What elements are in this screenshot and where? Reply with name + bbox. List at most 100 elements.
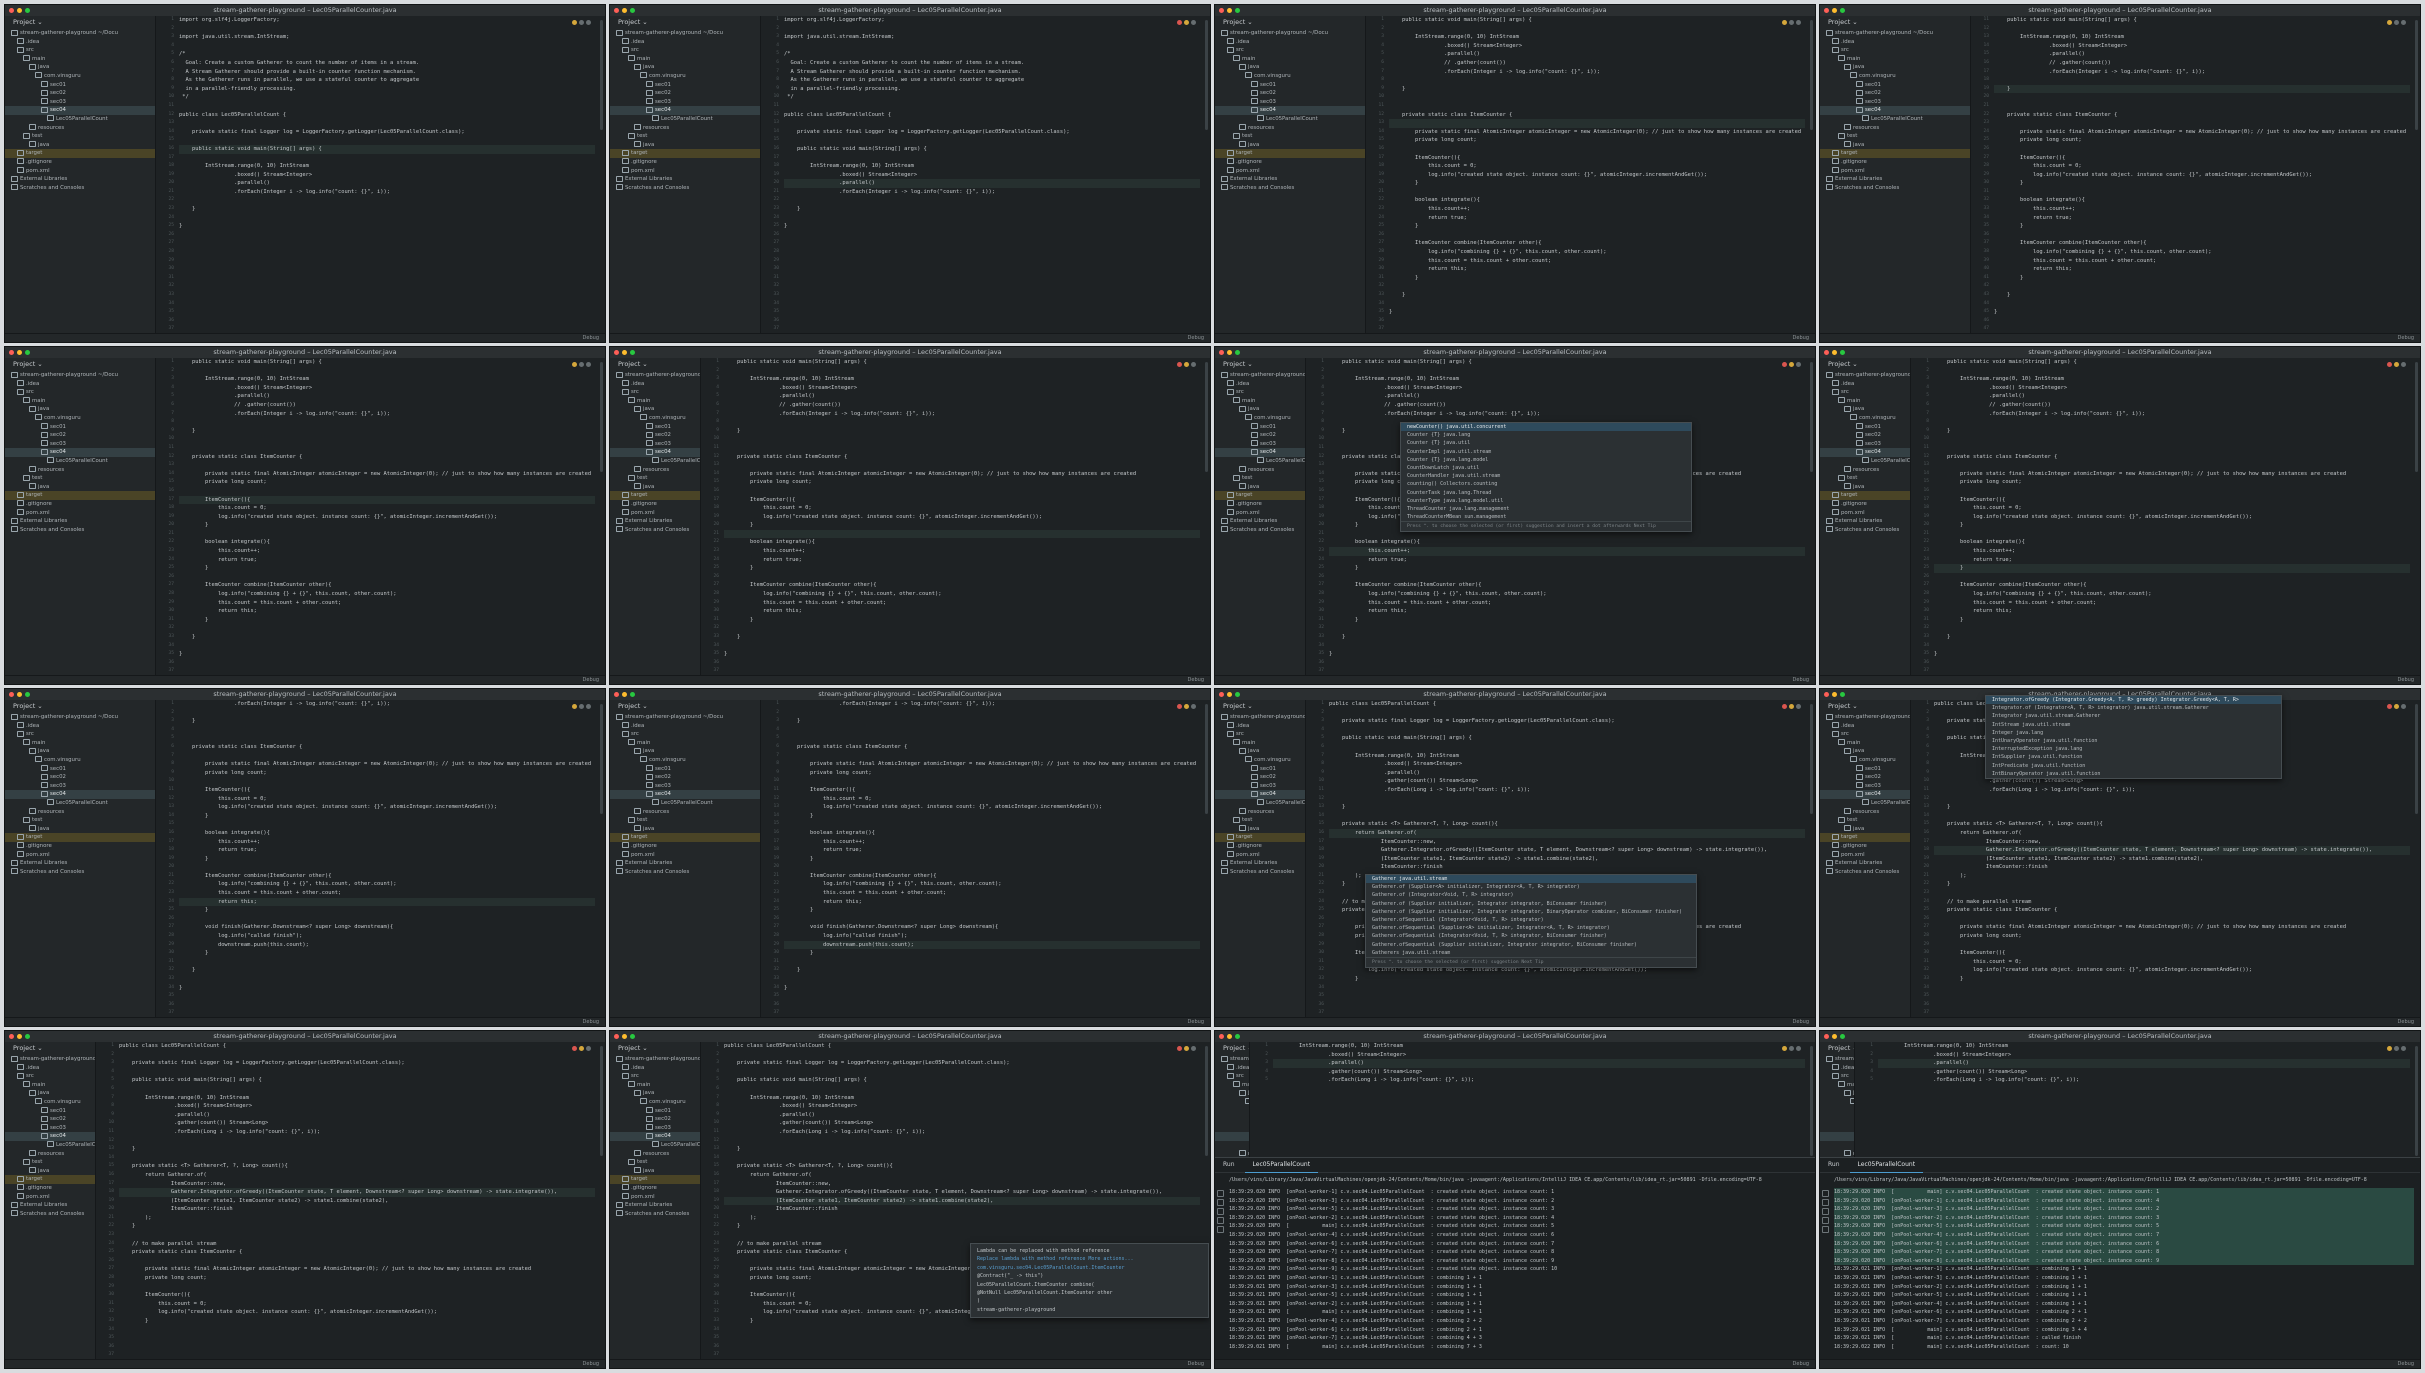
tree-item[interactable]: sec04 xyxy=(5,106,155,115)
tree-item[interactable]: .idea xyxy=(1215,38,1365,47)
tree-item[interactable]: Scratches and Consoles xyxy=(5,526,155,535)
tree-item[interactable]: sec04 xyxy=(1215,106,1365,115)
tree-item[interactable]: java xyxy=(1215,747,1305,756)
tree-item[interactable]: sec04 xyxy=(610,790,760,799)
code-area[interactable]: public static void main(String[] args) {… xyxy=(724,358,1200,676)
tree-item[interactable]: sec02 xyxy=(5,89,155,98)
tree-item[interactable]: Scratches and Consoles xyxy=(610,1210,700,1219)
tree-item[interactable]: sec02 xyxy=(5,773,155,782)
tree-item[interactable]: pom.xml xyxy=(610,1193,700,1202)
project-panel-header[interactable]: Project ⌄ xyxy=(5,358,155,371)
completion-item[interactable]: CountDownLatch java.util xyxy=(1401,464,1691,472)
tree-item[interactable]: stream-gatherer-playground ~/Docu xyxy=(1215,713,1305,722)
tree-item[interactable]: target xyxy=(1820,833,1910,842)
tree-item[interactable]: stream-gatherer-playground ~/Docu xyxy=(5,29,155,38)
tree-item[interactable]: stream-gatherer-playground ~/Docu xyxy=(5,371,155,380)
run-tab[interactable]: Lec05ParallelCount xyxy=(1849,1158,1924,1173)
tree-item[interactable]: com.vinsguru xyxy=(1215,414,1305,423)
tree-item[interactable]: pom.xml xyxy=(1215,167,1365,176)
tree-item[interactable]: Scratches and Consoles xyxy=(5,1210,95,1219)
project-panel-header[interactable]: Project ⌄ xyxy=(610,700,760,713)
code-area[interactable]: public class Lec05ParallelCount { privat… xyxy=(1329,700,1805,1018)
completion-popup[interactable]: Gatherer java.util.stream Gatherer.of (Su… xyxy=(1365,874,1697,968)
code-area[interactable]: public static void main(String[] args) {… xyxy=(1994,16,2410,334)
tree-item[interactable]: Lec05ParallelCount xyxy=(610,115,760,124)
tree-item[interactable]: sec03 xyxy=(5,98,155,107)
project-panel-header[interactable]: Project ⌄ xyxy=(1215,1042,1249,1055)
rerun-icon[interactable] xyxy=(1822,1190,1829,1197)
trash-icon[interactable] xyxy=(1822,1226,1829,1233)
tree-item[interactable]: java xyxy=(5,63,155,72)
tree-item[interactable]: src xyxy=(1215,388,1305,397)
print-icon[interactable] xyxy=(1217,1217,1224,1224)
tree-item[interactable]: sec01 xyxy=(5,81,155,90)
tree-item[interactable]: com.vinsguru xyxy=(1215,1098,1249,1107)
tree-item[interactable]: sec03 xyxy=(5,440,155,449)
scroll-icon[interactable] xyxy=(1217,1208,1224,1215)
tree-item[interactable]: com.vinsguru xyxy=(5,1098,95,1107)
tree-item[interactable]: target xyxy=(1215,833,1305,842)
tree-item[interactable]: Lec05ParallelCount xyxy=(1215,1141,1249,1150)
code-area[interactable]: .forEach(Integer i -> log.info("count: {… xyxy=(784,700,1200,1018)
tree-item[interactable]: .idea xyxy=(5,380,155,389)
tree-item[interactable]: src xyxy=(1215,730,1305,739)
tree-item[interactable]: java xyxy=(5,747,155,756)
tree-item[interactable]: stream-gatherer-playground ~/Docu xyxy=(610,1055,700,1064)
tree-item[interactable]: Lec05ParallelCount xyxy=(1820,457,1910,466)
scrollbar-thumb[interactable] xyxy=(1205,1046,1208,1156)
tree-item[interactable]: Scratches and Consoles xyxy=(610,184,760,193)
tree-item[interactable]: resources xyxy=(1820,808,1910,817)
code-editor[interactable]: 1 2 3 4 5 6 7 8 9 10 11 12 13 14 15 16 17 18 19 20 21 22 23 24 2… xyxy=(157,16,595,334)
tree-item[interactable]: .gitignore xyxy=(1820,842,1910,851)
tree-item[interactable]: External Libraries xyxy=(5,1201,95,1210)
tree-item[interactable]: sec01 xyxy=(1820,765,1910,774)
tree-item[interactable]: pom.xml xyxy=(5,851,155,860)
tree-item[interactable]: Lec05ParallelCount xyxy=(5,1141,95,1150)
tree-item[interactable]: java xyxy=(5,825,155,834)
tree-item[interactable]: com.vinsguru xyxy=(610,756,760,765)
tree-item[interactable]: External Libraries xyxy=(1820,517,1910,526)
tree-item[interactable]: target xyxy=(1215,149,1365,158)
scroll-track[interactable] xyxy=(595,16,605,334)
tree-item[interactable]: test xyxy=(1215,132,1365,141)
tree-item[interactable]: src xyxy=(610,730,760,739)
intention-tooltip[interactable]: Lambda can be replaced with method refer… xyxy=(970,1243,1209,1319)
scrollbar-thumb[interactable] xyxy=(2415,20,2418,130)
tree-item[interactable]: .idea xyxy=(5,38,155,47)
tree-item[interactable]: pom.xml xyxy=(5,509,155,518)
tree-item[interactable]: java xyxy=(1820,747,1910,756)
completion-popup[interactable]: Integrator.ofGreedy (Integrator.Greedy<A… xyxy=(1985,695,2282,779)
completion-item[interactable]: ThreadCounter java.lang.management xyxy=(1401,505,1691,513)
tree-item[interactable]: main xyxy=(5,397,155,406)
tree-item[interactable]: com.vinsguru xyxy=(610,1098,700,1107)
tree-item[interactable]: stream-gatherer-playground ~/Docu xyxy=(5,713,155,722)
tree-item[interactable]: resources xyxy=(5,124,155,133)
tree-item[interactable]: java xyxy=(1820,63,1970,72)
tree-item[interactable]: sec04 xyxy=(1820,1132,1854,1141)
tree-item[interactable]: .idea xyxy=(5,1064,95,1073)
scroll-track[interactable] xyxy=(1805,358,1815,676)
code-area[interactable]: .forEach(Integer i -> log.info("count: {… xyxy=(179,700,595,1018)
tree-item[interactable]: src xyxy=(5,46,155,55)
tree-item[interactable]: resources xyxy=(610,124,760,133)
tree-item[interactable]: test xyxy=(1820,474,1910,483)
rerun-icon[interactable] xyxy=(1217,1190,1224,1197)
tree-item[interactable]: sec04 xyxy=(610,106,760,115)
tree-item[interactable]: target xyxy=(5,1175,95,1184)
scroll-track[interactable] xyxy=(2410,700,2420,1018)
tree-item[interactable]: sec02 xyxy=(5,431,155,440)
tree-item[interactable]: Scratches and Consoles xyxy=(1215,184,1365,193)
tree-item[interactable]: java xyxy=(1215,825,1305,834)
completion-item[interactable]: Gatherer.of (Supplier initializer, Integ… xyxy=(1366,900,1696,908)
tree-item[interactable]: main xyxy=(610,739,760,748)
scrollbar-thumb[interactable] xyxy=(600,1046,603,1156)
tree-item[interactable]: java xyxy=(5,1089,95,1098)
tree-item[interactable]: sec02 xyxy=(610,1115,700,1124)
tree-item[interactable]: stream-gatherer-playground ~/Docu xyxy=(1215,371,1305,380)
tree-item[interactable]: .gitignore xyxy=(1820,500,1910,509)
scroll-track[interactable] xyxy=(1200,16,1210,334)
tree-item[interactable]: main xyxy=(5,1081,95,1090)
tree-item[interactable]: com.vinsguru xyxy=(1820,1098,1854,1107)
tree-item[interactable]: sec02 xyxy=(1215,773,1305,782)
tree-item[interactable]: java xyxy=(610,63,760,72)
